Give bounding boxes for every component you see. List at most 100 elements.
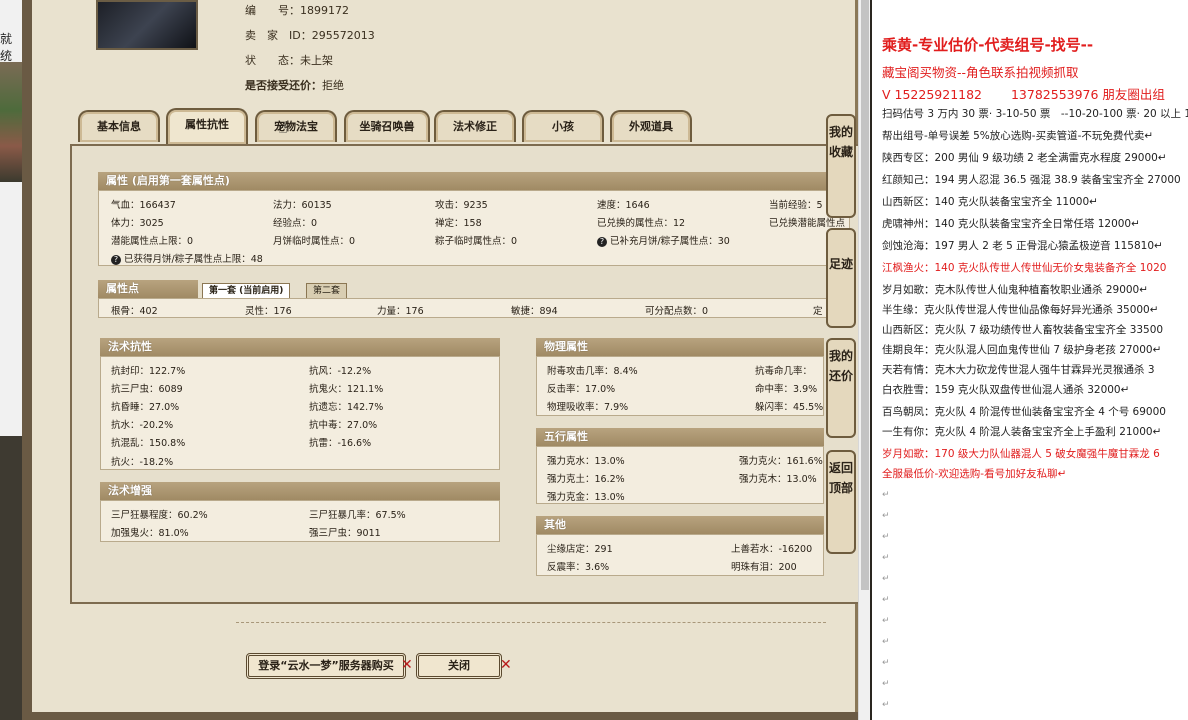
doc-line: V 15225921182 13782553976 朋友圈出组: [882, 87, 1165, 102]
doc-line: 帮出组号-单号误差 5%放心选购-买卖管道-不玩免费代卖↵: [882, 130, 1154, 142]
attr-section-body: 气血：166437 法力：60135 攻击：9235 速度：1646 当前经验：…: [98, 190, 850, 266]
doc-line: 佳期良年：克火队混人回血鬼传世仙 7 级护身老孩 27000↵: [882, 344, 1162, 356]
left-strip-text: 就统: [0, 32, 13, 63]
scrollbar[interactable]: [858, 0, 870, 720]
number-row: 编 号：1899172: [245, 2, 349, 18]
resist-chaos: 抗混乱：150.8%: [111, 438, 186, 449]
points-subtab-second[interactable]: 第二套: [306, 283, 348, 299]
left-app-strip: 就统: [0, 0, 22, 720]
point-lingxing: 灵性：176: [245, 306, 292, 317]
side-tab-my-bargain[interactable]: 我的还价: [826, 338, 856, 438]
seller-label: 卖 家 ID：: [245, 29, 312, 42]
doc-line: 半生缘：克火队传世混人传世仙品像每好异光通杀 35000↵: [882, 304, 1159, 316]
resist-poison: 抗中毒：27.0%: [309, 420, 378, 431]
login-server-buy-button[interactable]: 登录“云水一梦”服务器购买: [246, 653, 406, 679]
side-tab-back-to-top[interactable]: 返回顶部: [826, 450, 856, 554]
doc-line: 百鸟朝凤：克火队 4 阶混传世仙装备宝宝齐全 4 个号 69000: [882, 406, 1166, 418]
enhance-section-body: 三尸狂暴程度：60.2% 加强鬼火：81.0% 三尸狂暴几率：67.5% 强三尸…: [100, 500, 500, 542]
help-icon[interactable]: ?: [111, 255, 121, 265]
doc-line: 红颜知己：194 男人忍混 36.5 强混 38.9 装备宝宝齐全 27000: [882, 174, 1181, 186]
other-mingzhu: 明珠有泪：200: [731, 562, 797, 573]
number-value: 1899172: [300, 4, 349, 17]
points-section-body: 根骨：402 灵性：176 力量：176 敏捷：894 可分配点数：0 定: [98, 298, 850, 318]
attr-hp: 气血：166437: [111, 200, 176, 211]
attr-mp: 法力：60135: [273, 200, 332, 211]
resist-ghostfire: 抗鬼火：121.1%: [309, 384, 384, 395]
tab-skill-mods[interactable]: 法术修正: [434, 110, 516, 142]
wuxing-section-header: 五行属性: [536, 428, 824, 446]
doc-line: 山西新区：140 克火队装备宝宝齐全 11000↵: [882, 196, 1098, 208]
attr-obtained-cap: ? 已获得月饼/粽子属性点上限：48: [111, 251, 263, 265]
mouse-cursor-icon: ☝: [278, 118, 288, 137]
phys-hit: 命中率：3.9%: [755, 384, 818, 395]
paragraph-mark: ↵: [882, 490, 890, 500]
resist-fire: 抗火：-18.2%: [111, 457, 174, 468]
doc-line: 虎啸神州：140 克火队装备宝宝齐全日常任塔 12000↵: [882, 218, 1140, 230]
doc-line: 天若有情：克木大力砍龙传世混人强牛甘霖异光灵猴通杀 3: [882, 364, 1155, 376]
doc-line: 陕西专区：200 男仙 9 级功绩 2 老全满雷克水程度 29000↵: [882, 152, 1167, 164]
paragraph-mark: ↵: [882, 532, 890, 542]
doc-line: 岁月如歌：克木队传世人仙鬼种植畜牧职业通杀 29000↵: [882, 284, 1149, 296]
point-ding: 定: [813, 306, 823, 317]
side-tab-footprint[interactable]: 足迹: [826, 228, 856, 328]
attr-supplemented: ? 已补充月饼/粽子属性点：30: [597, 233, 730, 247]
point-minjie: 敏捷：894: [511, 306, 558, 317]
wuxing-fire: 强力克火：161.6%: [739, 456, 823, 467]
attr-zongzi-temp: 粽子临时属性点：0: [435, 236, 518, 247]
tab-children[interactable]: 小孩: [522, 110, 604, 142]
close-button[interactable]: 关闭: [416, 653, 502, 679]
bargain-value: 拒绝: [322, 79, 344, 92]
character-portrait: [96, 0, 198, 50]
doc-line: 山西新区：克火队 7 级功绩传世人畜牧装备宝宝齐全 33500: [882, 324, 1164, 336]
attr-mooncake-temp: 月饼临时属性点：0: [273, 236, 356, 247]
close-x-icon: ✕: [401, 657, 413, 673]
tab-basic-info[interactable]: 基本信息: [78, 110, 160, 142]
resist-seal: 抗封印：122.7%: [111, 366, 186, 377]
other-section-body: 尘缘店定：291 反震率：3.6% 上善若水：-16200 明珠有泪：200: [536, 534, 824, 576]
wuxing-metal: 强力克金：13.0%: [547, 492, 625, 503]
points-section-header: 属性点: [98, 280, 198, 298]
doc-line: 藏宝阁买物资--角色联系拍视频抓取: [882, 65, 1079, 80]
paragraph-mark: ↵: [882, 679, 890, 689]
wuxing-water: 强力克水：13.0%: [547, 456, 625, 467]
tab-mounts[interactable]: 坐骑召唤兽: [344, 110, 430, 142]
physical-section-body: 附毒攻击几率：8.4% 反击率：17.0% 物理吸收率：7.9% 抗毒命几率： …: [536, 356, 824, 416]
phys-dodge: 躲闪率：45.5%: [755, 402, 824, 413]
resist-sleep: 抗昏睡：27.0%: [111, 402, 180, 413]
enhance-sanshi-rate: 三尸狂暴几率：67.5%: [309, 510, 406, 521]
tab-pets[interactable]: 宠物法宝: [255, 110, 337, 142]
enhance-sanshi-bug: 强三尸虫：9011: [309, 528, 381, 539]
enhance-section-header: 法术增强: [100, 482, 500, 500]
close-x-icon-2: ✕: [500, 657, 512, 673]
help-icon[interactable]: ?: [597, 237, 607, 247]
paragraph-mark: ↵: [882, 616, 890, 626]
attr-stamina: 体力：3025: [111, 218, 164, 229]
paragraph-mark: ↵: [882, 553, 890, 563]
doc-line: 一生有你：克火队 4 阶混人装备宝宝齐全上手盈利 21000↵: [882, 426, 1162, 438]
phys-poison-attack: 附毒攻击几率：8.4%: [547, 366, 638, 377]
document-pane: 乘黄-专业估价-代卖组号-找号-- 藏宝阁买物资--角色联系拍视频抓取 V 152…: [872, 0, 1188, 720]
attr-obtained-cap-text: 已获得月饼/粽子属性点上限：48: [124, 254, 263, 265]
number-label: 编 号：: [245, 4, 300, 17]
resist-forget: 抗遗忘：142.7%: [309, 402, 384, 413]
phys-absorb: 物理吸收率：7.9%: [547, 402, 629, 413]
resist-sanshi: 抗三尸虫：6089: [111, 384, 183, 395]
paragraph-mark: ↵: [882, 700, 890, 710]
paragraph-mark: ↵: [882, 595, 890, 605]
other-section-header: 其他: [536, 516, 824, 534]
enhance-ghostfire: 加强鬼火：81.0%: [111, 528, 189, 539]
points-subtab-first[interactable]: 第一套 (当前启用): [202, 283, 291, 299]
enhance-sanshi-degree: 三尸狂暴程度：60.2%: [111, 510, 208, 521]
tab-appearance[interactable]: 外观道具: [610, 110, 692, 142]
attr-attack: 攻击：9235: [435, 200, 488, 211]
other-reflect: 反震率：3.6%: [547, 562, 610, 573]
attr-potential-cap: 潜能属性点上限：0: [111, 236, 194, 247]
scrollbar-thumb[interactable]: [861, 0, 869, 590]
wuxing-wood: 强力克木：13.0%: [739, 474, 817, 485]
attr-exchanged-points: 已兑换的属性点：12: [597, 218, 686, 229]
side-tab-favorites[interactable]: 我的收藏: [826, 114, 856, 218]
divider: [236, 622, 826, 623]
resist-section-body: 抗封印：122.7% 抗三尸虫：6089 抗昏睡：27.0% 抗水：-20.2%…: [100, 356, 500, 470]
phys-anti-poison: 抗毒命几率：: [755, 366, 813, 377]
tab-attributes[interactable]: 属性抗性: [166, 108, 248, 144]
